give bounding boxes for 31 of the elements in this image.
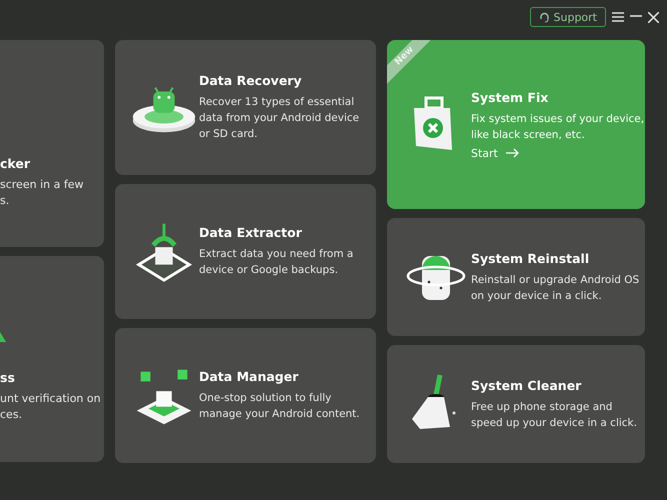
card-description: Fix system issues of your device, like black screen, etc.: [471, 112, 645, 142]
card-title: System Cleaner: [471, 378, 582, 392]
card-title: Data Recovery: [199, 73, 302, 88]
menu-icon[interactable]: [612, 12, 624, 22]
feature-card[interactable]: Data Manager One-stop solution to fully manage your Android content.: [115, 328, 376, 463]
support-button[interactable]: Support: [530, 7, 606, 27]
feature-card[interactable]: cker screen in a few s.: [0, 40, 104, 247]
feature-card[interactable]: Data Extractor Extract data you need from a device or Google backups.: [115, 184, 376, 319]
card-description: Recover 13 types of essential data from your Android device or SD card.: [199, 95, 360, 142]
card-description: unt verification on: [0, 391, 102, 407]
close-icon[interactable]: [648, 12, 659, 23]
card-title: Data Extractor: [199, 225, 302, 240]
card-description: Reinstall or upgrade Android OS on your device in a click.: [471, 272, 640, 304]
card-title: cker: [0, 156, 32, 171]
card-description: Extract data you need from a device or Google backups.: [199, 247, 354, 278]
card-title: System Reinstall: [471, 250, 590, 266]
card-title: ss: [0, 370, 16, 385]
card-title: System Fix: [471, 90, 548, 104]
headset-icon: [538, 12, 550, 22]
arrow-right-icon: [506, 148, 520, 158]
card-title: Data Manager: [199, 369, 298, 384]
card-description: screen in a few: [0, 177, 84, 193]
card-description: One-stop solution to fully manage your Android content.: [199, 391, 361, 422]
feature-card[interactable]: System Cleaner Free up phone storage and speed up your device in a click.: [387, 345, 645, 463]
feature-card[interactable]: ss unt verification on ces.: [0, 256, 104, 462]
triangle-icon: [0, 332, 6, 342]
feature-card[interactable]: System Reinstall Reinstall or upgrade Android OS on your device in a click.: [387, 218, 645, 336]
card-description: ces.: [0, 407, 24, 423]
card-description: s.: [0, 193, 10, 209]
feature-card[interactable]: Data Recovery Recover 13 types of essential data from your Android device or SD card.: [115, 40, 376, 175]
card-description: Free up phone storage and speed up your device in a click.: [471, 400, 638, 430]
